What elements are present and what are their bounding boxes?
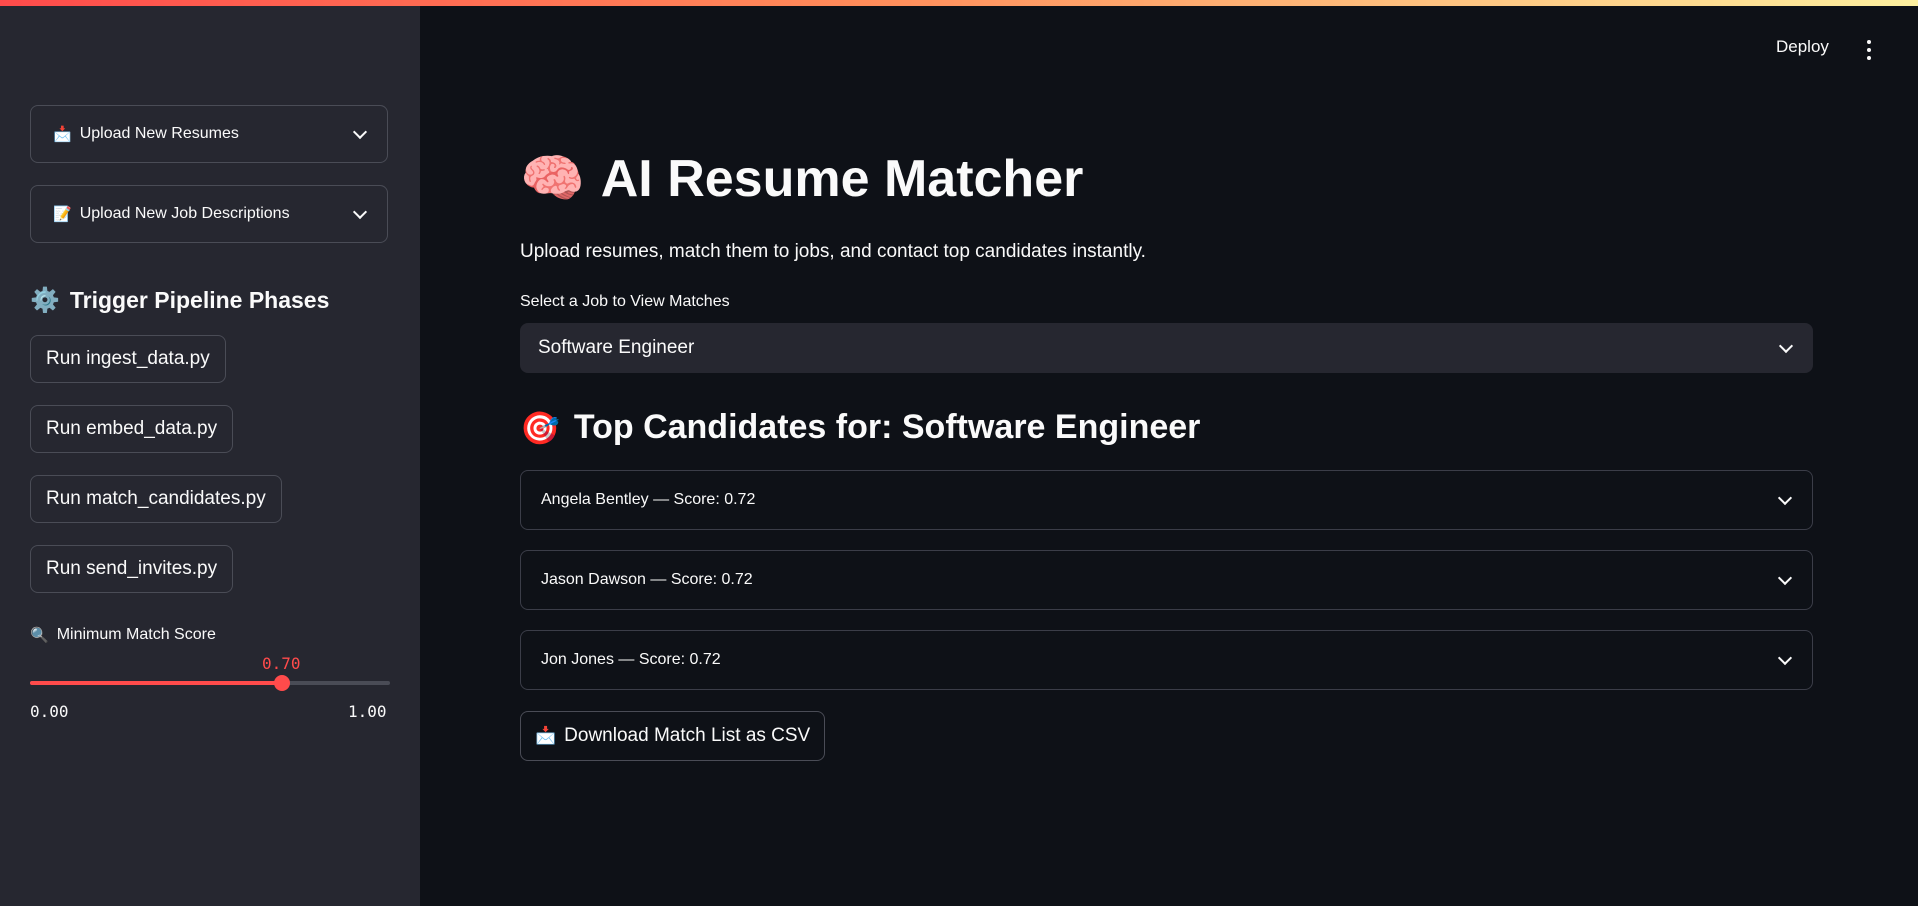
brain-icon: 🧠	[520, 150, 585, 208]
min-match-score-label: 🔍 Minimum Match Score	[30, 626, 216, 644]
slider-label-text: Minimum Match Score	[56, 626, 216, 643]
candidate-expander[interactable]: Jason Dawson — Score: 0.72	[520, 550, 1813, 610]
inbox-tray-icon: 📩	[53, 126, 72, 143]
job-select-label: Select a Job to View Matches	[520, 293, 730, 310]
run-embed-data-button[interactable]: Run embed_data.py	[30, 405, 234, 453]
slider-thumb[interactable]	[274, 675, 290, 691]
gear-icon: ⚙️	[30, 287, 60, 314]
pipeline-heading-label: Trigger Pipeline Phases	[69, 287, 330, 313]
pipeline-heading: ⚙️ Trigger Pipeline Phases	[30, 286, 329, 315]
candidate-label: Jon Jones — Score: 0.72	[541, 651, 721, 668]
run-ingest-data-button[interactable]: Run ingest_data.py	[30, 335, 226, 383]
target-icon: 🎯	[520, 409, 560, 446]
job-select-value: Software Engineer	[538, 337, 695, 358]
chevron-down-icon	[1777, 490, 1793, 506]
upload-resumes-expander[interactable]: 📩 Upload New Resumes	[30, 105, 388, 163]
magnifier-icon: 🔍	[30, 627, 49, 644]
slider-max-value: 1.00	[348, 702, 387, 721]
chevron-down-icon	[352, 124, 368, 140]
page-subtitle: Upload resumes, match them to jobs, and …	[520, 241, 1146, 262]
sidebar: 📩 Upload New Resumes 📝 Upload New Job De…	[0, 6, 420, 906]
candidate-expander[interactable]: Jon Jones — Score: 0.72	[520, 630, 1813, 690]
chevron-down-icon	[1777, 570, 1793, 586]
run-match-candidates-button[interactable]: Run match_candidates.py	[30, 475, 282, 523]
memo-icon: 📝	[53, 206, 72, 223]
slider-fill	[30, 681, 282, 685]
chevron-down-icon	[1778, 338, 1794, 354]
upload-job-descriptions-expander[interactable]: 📝 Upload New Job Descriptions	[30, 185, 388, 243]
expander-label: Upload New Job Descriptions	[79, 205, 290, 222]
candidate-label: Angela Bentley — Score: 0.72	[541, 491, 756, 508]
chevron-down-icon	[1777, 650, 1793, 666]
expander-label: Upload New Resumes	[79, 125, 239, 142]
deploy-button[interactable]: Deploy	[1770, 36, 1835, 58]
inbox-tray-icon: 📩	[535, 726, 557, 745]
candidate-expander[interactable]: Angela Bentley — Score: 0.72	[520, 470, 1813, 530]
top-candidates-heading: 🎯 Top Candidates for: Software Engineer	[520, 408, 1200, 447]
slider-min-value: 0.00	[30, 702, 69, 721]
top-candidates-heading-text: Top Candidates for: Software Engineer	[573, 408, 1201, 446]
job-select[interactable]: Software Engineer	[520, 323, 1813, 373]
run-send-invites-button[interactable]: Run send_invites.py	[30, 545, 234, 593]
kebab-menu-icon[interactable]	[1866, 40, 1872, 60]
chevron-down-icon	[352, 204, 368, 220]
candidate-label: Jason Dawson — Score: 0.72	[541, 571, 753, 588]
slider-current-value: 0.70	[262, 654, 301, 673]
page-title-text: AI Resume Matcher	[600, 149, 1084, 208]
min-match-score-slider[interactable]	[30, 675, 390, 691]
download-csv-button[interactable]: 📩 Download Match List as CSV	[520, 711, 826, 761]
download-csv-label: Download Match List as CSV	[564, 725, 811, 746]
page-title: 🧠 AI Resume Matcher	[520, 148, 1083, 209]
